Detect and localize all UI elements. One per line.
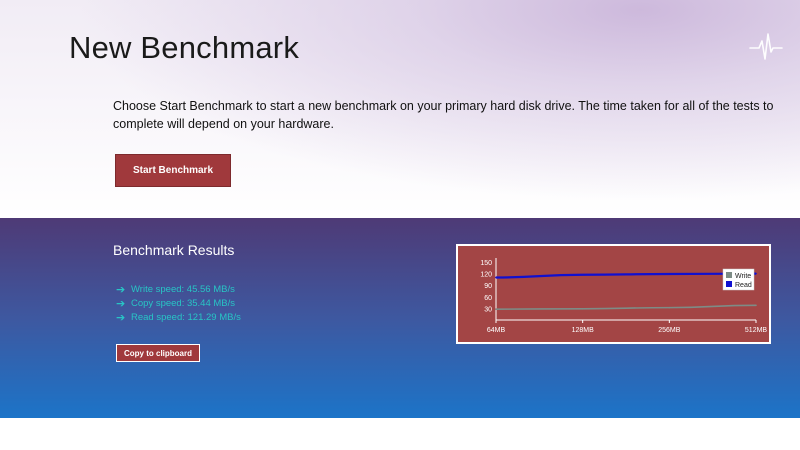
x-tick-label: 512MB xyxy=(745,327,768,334)
data-point-write xyxy=(668,306,671,309)
y-tick-label: 60 xyxy=(484,295,492,302)
legend-swatch-read xyxy=(726,281,732,287)
series-line-write xyxy=(495,304,757,310)
write-speed-row: ➔ Write speed: 45.56 MB/s xyxy=(116,282,241,296)
copy-to-clipboard-button[interactable]: Copy to clipboard xyxy=(116,344,200,362)
data-point-write xyxy=(495,308,497,310)
chart-canvas: 150 120 90 60 30 64MB 128MB 256MB 512MB Write Read xyxy=(480,258,768,334)
x-tick-label: 128MB xyxy=(572,327,595,334)
data-point-read xyxy=(755,272,757,275)
results-panel: Benchmark Results ➔ Write speed: 45.56 M… xyxy=(0,218,800,418)
data-point-write xyxy=(755,304,757,307)
speed-list: ➔ Write speed: 45.56 MB/s ➔ Copy speed: … xyxy=(116,282,241,324)
legend-label-write: Write xyxy=(735,273,751,280)
page-title: New Benchmark xyxy=(69,30,300,65)
copy-speed-row: ➔ Copy speed: 35.44 MB/s xyxy=(116,296,241,310)
legend-label-read: Read xyxy=(735,282,752,289)
x-tick-label: 256MB xyxy=(658,327,681,334)
copy-speed-label: Copy speed: 35.44 MB/s xyxy=(131,297,236,309)
x-tick-label: 64MB xyxy=(487,327,506,334)
series-line-read xyxy=(495,272,757,279)
pulse-icon xyxy=(749,33,783,60)
y-tick-label: 120 xyxy=(480,272,492,279)
intro-text: Choose Start Benchmark to start a new be… xyxy=(113,99,774,131)
start-benchmark-button[interactable]: Start Benchmark xyxy=(115,154,231,187)
header-area: New Benchmark Choose Start Benchmark to … xyxy=(0,0,800,218)
arrow-right-icon: ➔ xyxy=(116,311,126,324)
y-tick-label: 90 xyxy=(484,283,492,290)
y-tick-label: 150 xyxy=(480,260,492,267)
footer-area xyxy=(0,418,800,450)
read-speed-label: Read speed: 121.29 MB/s xyxy=(131,311,241,323)
arrow-right-icon: ➔ xyxy=(116,297,126,310)
benchmark-chart: 150 120 90 60 30 64MB 128MB 256MB 512MB Write Read xyxy=(456,244,771,344)
legend-swatch-write xyxy=(726,272,732,278)
data-point-read xyxy=(495,276,497,279)
write-speed-label: Write speed: 45.56 MB/s xyxy=(131,283,235,295)
data-point-read xyxy=(668,273,671,275)
read-speed-row: ➔ Read speed: 121.29 MB/s xyxy=(116,310,241,324)
results-title: Benchmark Results xyxy=(113,242,235,258)
data-point-read xyxy=(581,273,584,276)
y-tick-label: 30 xyxy=(484,306,492,313)
arrow-right-icon: ➔ xyxy=(116,283,126,296)
data-point-write xyxy=(581,307,584,310)
